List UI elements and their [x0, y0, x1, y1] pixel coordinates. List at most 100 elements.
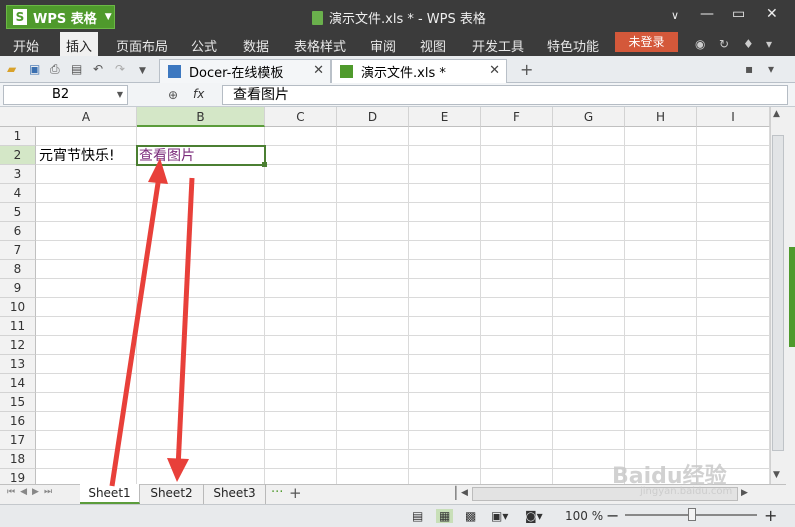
select-all-corner[interactable]: [0, 107, 37, 127]
quick-access-dropdown-icon[interactable]: ▼: [139, 66, 146, 76]
name-box[interactable]: B2 ▼: [3, 85, 128, 105]
print-preview-icon[interactable]: ▤: [71, 62, 82, 76]
app-menu-button[interactable]: S WPS 表格 ▼: [6, 5, 115, 29]
save-icon[interactable]: ▣: [29, 62, 40, 76]
fx-button[interactable]: fx: [193, 87, 204, 101]
scroll-left-icon[interactable]: ◀: [461, 488, 468, 498]
spreadsheet-grid[interactable]: A B C D E F G H I 1 2 3 4 5 6 7 8 9 10 11 12 13 14 15 1…: [0, 107, 770, 484]
row-header[interactable]: 16: [0, 412, 36, 431]
row-header[interactable]: 1: [0, 127, 36, 146]
chevron-down-icon: ▼: [104, 12, 112, 22]
tab-list-icon[interactable]: ▾: [768, 62, 774, 76]
row-header[interactable]: 5: [0, 203, 36, 222]
row-gridline: [36, 373, 770, 374]
sync-icon[interactable]: ↻: [719, 37, 729, 51]
zoom-out-button[interactable]: −: [606, 506, 619, 525]
menu-review[interactable]: 审阅: [370, 36, 396, 55]
row-header[interactable]: 10: [0, 298, 36, 317]
zoom-lens-icon[interactable]: ⊕: [168, 88, 178, 102]
minimize-button[interactable]: —: [700, 6, 714, 22]
page-layout-view-icon[interactable]: ▦: [436, 509, 454, 523]
column-header[interactable]: D: [337, 107, 409, 127]
cell-a2[interactable]: 元宵节快乐!: [39, 147, 115, 166]
close-tab-icon[interactable]: ✕: [313, 63, 324, 78]
column-header[interactable]: I: [697, 107, 770, 127]
menu-developer[interactable]: 开发工具: [472, 36, 524, 55]
row-header[interactable]: 8: [0, 260, 36, 279]
scroll-right-icon[interactable]: ▶: [741, 488, 748, 498]
help-icon[interactable]: ?▾: [766, 37, 772, 88]
row-header[interactable]: 3: [0, 165, 36, 184]
page-break-view-icon[interactable]: ▩: [465, 509, 476, 523]
row-header[interactable]: 14: [0, 374, 36, 393]
menu-view[interactable]: 视图: [420, 36, 446, 55]
title-bar: S WPS 表格 ▼ 演示文件.xls * - WPS 表格 ∨ — ▭ ✕: [0, 0, 795, 32]
menu-table-style[interactable]: 表格样式: [294, 36, 346, 55]
sheet-tab-2[interactable]: Sheet2: [140, 484, 204, 504]
column-header[interactable]: F: [481, 107, 553, 127]
row-header[interactable]: 9: [0, 279, 36, 298]
scroll-up-icon[interactable]: ▲: [773, 109, 780, 119]
zoom-slider-knob[interactable]: [688, 508, 696, 521]
login-button[interactable]: 未登录: [615, 32, 678, 52]
shirt-icon[interactable]: ♦: [743, 37, 754, 51]
close-button[interactable]: ✕: [766, 6, 778, 22]
column-header[interactable]: C: [265, 107, 337, 127]
open-folder-icon[interactable]: ▰: [7, 62, 16, 76]
more-sheets-button[interactable]: ···: [271, 485, 283, 500]
menu-special[interactable]: 特色功能: [547, 36, 599, 55]
row-header[interactable]: 12: [0, 336, 36, 355]
side-panel-handle[interactable]: [789, 247, 795, 347]
formula-input[interactable]: 查看图片: [222, 85, 788, 105]
chevron-down-icon[interactable]: ▼: [117, 86, 123, 104]
sheet-tab-3[interactable]: Sheet3: [204, 484, 266, 504]
row-header[interactable]: 13: [0, 355, 36, 374]
row-header[interactable]: 17: [0, 431, 36, 450]
column-header[interactable]: B: [137, 107, 265, 127]
row-header[interactable]: 7: [0, 241, 36, 260]
sheet-tab-1[interactable]: Sheet1: [80, 484, 140, 504]
skin-icon[interactable]: ◉: [695, 37, 705, 51]
ribbon-collapse-icon[interactable]: ∨: [671, 9, 679, 22]
row-header[interactable]: 18: [0, 450, 36, 469]
print-icon[interactable]: ⎙: [50, 62, 60, 77]
fullscreen-icon[interactable]: ▣▾: [491, 509, 508, 523]
column-header[interactable]: H: [625, 107, 697, 127]
row-header[interactable]: 15: [0, 393, 36, 412]
zoom-level[interactable]: 100 %: [565, 509, 603, 523]
tab-demo-file[interactable]: 演示文件.xls * ✕: [331, 59, 507, 83]
menu-page-layout[interactable]: 页面布局: [116, 36, 168, 55]
undo-icon[interactable]: ↶: [93, 62, 103, 76]
add-sheet-button[interactable]: +: [289, 484, 302, 502]
maximize-button[interactable]: ▭: [732, 6, 745, 22]
row-header[interactable]: 11: [0, 317, 36, 336]
scroll-down-icon[interactable]: ▼: [773, 470, 780, 480]
column-header[interactable]: A: [36, 107, 137, 127]
new-tab-button[interactable]: +: [520, 60, 533, 79]
fill-handle[interactable]: [262, 162, 267, 167]
row-header[interactable]: 19: [0, 469, 36, 484]
row-header[interactable]: 6: [0, 222, 36, 241]
tab-docer[interactable]: Docer-在线模板 ✕: [159, 59, 331, 83]
menu-insert[interactable]: 插入: [60, 32, 99, 56]
normal-view-icon[interactable]: ▤: [412, 509, 423, 523]
column-header[interactable]: E: [409, 107, 481, 127]
reading-mode-icon[interactable]: ◙▾: [525, 509, 543, 523]
row-gridline: [36, 354, 770, 355]
close-tab-icon[interactable]: ✕: [489, 63, 500, 78]
menu-data[interactable]: 数据: [243, 36, 269, 55]
menu-home[interactable]: 开始: [13, 36, 39, 55]
tab-split-handle[interactable]: ▕: [447, 486, 456, 500]
zoom-in-button[interactable]: +: [764, 506, 777, 525]
menu-formula[interactable]: 公式: [191, 36, 217, 55]
redo-icon[interactable]: ↷: [115, 62, 125, 76]
sheet-nav-arrows-icon[interactable]: ⏮◀▶⏭: [7, 487, 57, 497]
row-header[interactable]: 2: [0, 146, 36, 165]
window-layout-icon[interactable]: ▪: [745, 62, 753, 76]
column-gridline: [408, 127, 409, 484]
row-header[interactable]: 4: [0, 184, 36, 203]
vertical-scroll-thumb[interactable]: [772, 135, 784, 451]
column-header[interactable]: G: [553, 107, 625, 127]
tab-docer-label: Docer-在线模板: [189, 66, 284, 81]
row-gridline: [36, 240, 770, 241]
